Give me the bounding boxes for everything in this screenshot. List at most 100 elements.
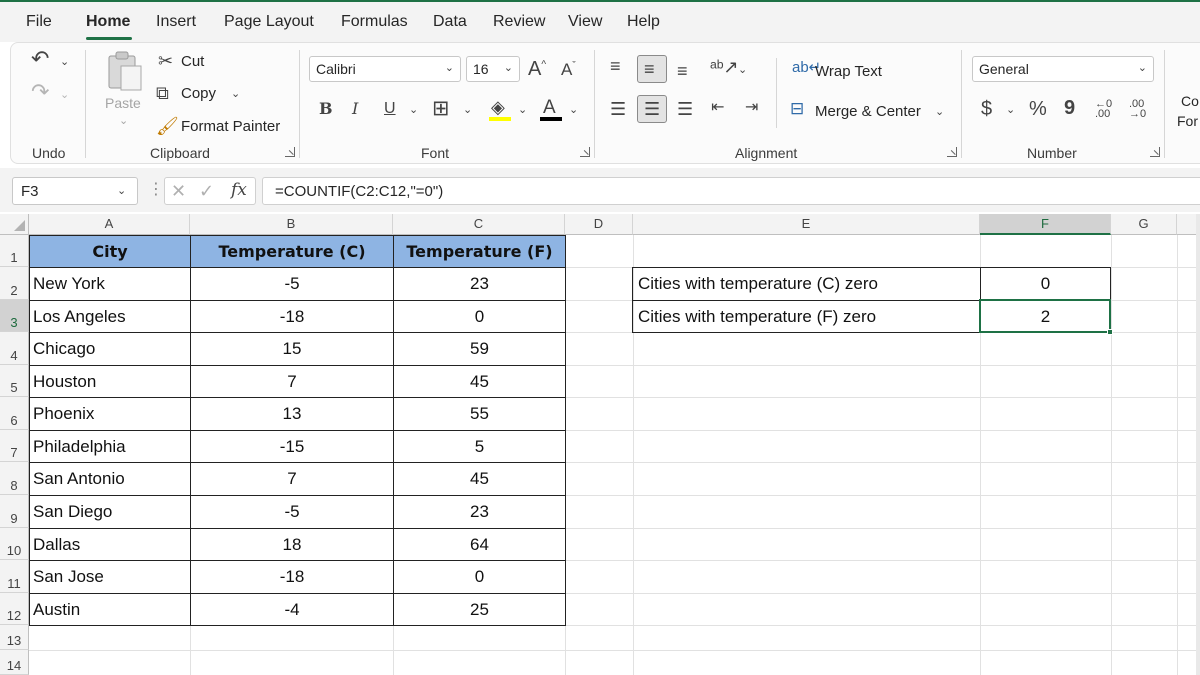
paste-button[interactable]: Paste: [105, 95, 141, 111]
paste-dropdown-icon[interactable]: ⌄: [119, 114, 128, 127]
row-header-9[interactable]: 9: [0, 495, 29, 528]
fill-handle[interactable]: [1107, 329, 1113, 335]
table-cell-temp-f[interactable]: 0: [394, 301, 566, 333]
table-cell-temp-f[interactable]: 59: [394, 333, 566, 366]
tab-help[interactable]: Help: [627, 13, 660, 31]
table-cell-city[interactable]: San Diego: [30, 496, 191, 529]
undo-dropdown-icon[interactable]: ⌄: [60, 55, 69, 68]
table-cell-city[interactable]: San Antonio: [30, 463, 191, 496]
table-cell-city[interactable]: San Jose: [30, 561, 191, 594]
redo-icon[interactable]: ↷: [31, 81, 49, 103]
table-cell-temp-c[interactable]: -15: [191, 431, 394, 463]
increase-decimal-icon[interactable]: ←0.00: [1095, 99, 1112, 120]
select-all-button[interactable]: [0, 214, 29, 235]
column-header-d[interactable]: D: [565, 214, 633, 235]
row-header-13[interactable]: 13: [0, 625, 29, 650]
table-header-temp-f[interactable]: Temperature (F): [394, 236, 566, 268]
table-cell-temp-f[interactable]: 5: [394, 431, 566, 463]
table-cell-temp-f[interactable]: 25: [394, 594, 566, 626]
number-format-combo[interactable]: General ⌄: [972, 56, 1154, 82]
table-cell-city[interactable]: Chicago: [30, 333, 191, 366]
borders-dropdown-icon[interactable]: ⌄: [463, 103, 472, 116]
column-header-a[interactable]: A: [29, 214, 190, 235]
row-header-5[interactable]: 5: [0, 365, 29, 397]
italic-button[interactable]: I: [352, 101, 358, 117]
row-header-7[interactable]: 7: [0, 430, 29, 462]
grow-font-icon[interactable]: A^: [528, 59, 546, 79]
redo-dropdown-icon[interactable]: ⌄: [60, 88, 69, 101]
borders-icon[interactable]: ⊞: [432, 98, 450, 119]
table-cell-city[interactable]: Los Angeles: [30, 301, 191, 333]
row-header-3[interactable]: 3: [0, 300, 29, 332]
align-right-icon[interactable]: ☰: [677, 100, 693, 118]
table-cell-temp-c[interactable]: 13: [191, 398, 394, 431]
column-header-g[interactable]: G: [1111, 214, 1177, 235]
tab-review[interactable]: Review: [493, 13, 545, 31]
table-cell-city[interactable]: Phoenix: [30, 398, 191, 431]
underline-dropdown-icon[interactable]: ⌄: [409, 103, 418, 116]
table-cell-city[interactable]: Houston: [30, 366, 191, 398]
table-cell-temp-f[interactable]: 64: [394, 529, 566, 561]
clipboard-launcher-icon[interactable]: [285, 147, 295, 157]
font-color-icon[interactable]: A: [543, 98, 556, 117]
table-cell-temp-c[interactable]: -4: [191, 594, 394, 626]
formula-input[interactable]: =COUNTIF(C2:C12,"=0"): [262, 177, 1200, 205]
tab-home[interactable]: Home: [86, 13, 130, 31]
active-cell-selection[interactable]: [979, 299, 1111, 333]
cancel-icon[interactable]: ✕: [171, 182, 186, 200]
number-launcher-icon[interactable]: [1150, 147, 1160, 157]
conditional-formatting-label-cut-2[interactable]: For: [1177, 113, 1198, 129]
table-cell-temp-c[interactable]: 15: [191, 333, 394, 366]
table-cell-temp-c[interactable]: 7: [191, 463, 394, 496]
row-header-11[interactable]: 11: [0, 560, 29, 593]
shrink-font-icon[interactable]: Aˇ: [561, 61, 576, 78]
tab-formulas[interactable]: Formulas: [341, 13, 408, 31]
format-painter-button[interactable]: Format Painter: [181, 118, 280, 135]
column-header-c[interactable]: C: [393, 214, 565, 235]
wrap-text-button[interactable]: Wrap Text: [815, 63, 882, 80]
table-cell-city[interactable]: Philadelphia: [30, 431, 191, 463]
comma-style-button[interactable]: 9: [1064, 98, 1075, 118]
orientation-icon[interactable]: ᵃᵇ↗: [710, 58, 739, 76]
copy-dropdown-icon[interactable]: ⌄: [231, 87, 240, 100]
paste-icon[interactable]: [105, 50, 143, 92]
conditional-formatting-label-cut[interactable]: Co: [1181, 93, 1199, 109]
row-header-1[interactable]: 1: [0, 235, 29, 267]
column-header-b[interactable]: B: [190, 214, 393, 235]
table-cell-temp-f[interactable]: 23: [394, 268, 566, 301]
enter-icon[interactable]: ✓: [199, 182, 214, 200]
currency-dropdown-icon[interactable]: ⌄: [1006, 103, 1015, 116]
table-cell-temp-f[interactable]: 45: [394, 463, 566, 496]
cut-button[interactable]: Cut: [181, 53, 204, 70]
increase-indent-icon[interactable]: ⇥: [745, 100, 758, 116]
chevron-down-icon[interactable]: ⌄: [117, 184, 126, 197]
row-header-6[interactable]: 6: [0, 397, 29, 430]
table-header-city[interactable]: City: [30, 236, 191, 268]
more-options-icon[interactable]: ⋮: [148, 182, 164, 198]
undo-icon[interactable]: ↶: [31, 48, 49, 70]
alignment-launcher-icon[interactable]: [947, 147, 957, 157]
font-color-dropdown-icon[interactable]: ⌄: [569, 103, 578, 116]
table-cell-temp-f[interactable]: 0: [394, 561, 566, 594]
align-top-icon[interactable]: ≡: [610, 57, 621, 75]
vertical-scrollbar[interactable]: [1196, 214, 1200, 675]
row-header-12[interactable]: 12: [0, 593, 29, 625]
copy-button[interactable]: Copy: [181, 85, 216, 102]
align-bottom-icon[interactable]: ≡: [677, 62, 688, 80]
row-header-8[interactable]: 8: [0, 462, 29, 495]
fill-color-dropdown-icon[interactable]: ⌄: [518, 103, 527, 116]
table-cell-city[interactable]: New York: [30, 268, 191, 301]
tab-view[interactable]: View: [568, 13, 602, 31]
underline-button[interactable]: U: [384, 101, 396, 117]
table-cell-temp-c[interactable]: 7: [191, 366, 394, 398]
bold-button[interactable]: B: [319, 101, 333, 117]
table-cell-temp-c[interactable]: -5: [191, 268, 394, 301]
decrease-decimal-icon[interactable]: .00 →0: [1129, 99, 1146, 120]
row-header-10[interactable]: 10: [0, 528, 29, 560]
font-size-combo[interactable]: 16 ⌄: [466, 56, 520, 82]
insert-function-icon[interactable]: fx: [231, 182, 247, 199]
table-cell-city[interactable]: Dallas: [30, 529, 191, 561]
summary-value-celsius[interactable]: 0: [981, 268, 1111, 301]
fill-color-icon[interactable]: ◈: [491, 98, 505, 116]
font-launcher-icon[interactable]: [580, 147, 590, 157]
